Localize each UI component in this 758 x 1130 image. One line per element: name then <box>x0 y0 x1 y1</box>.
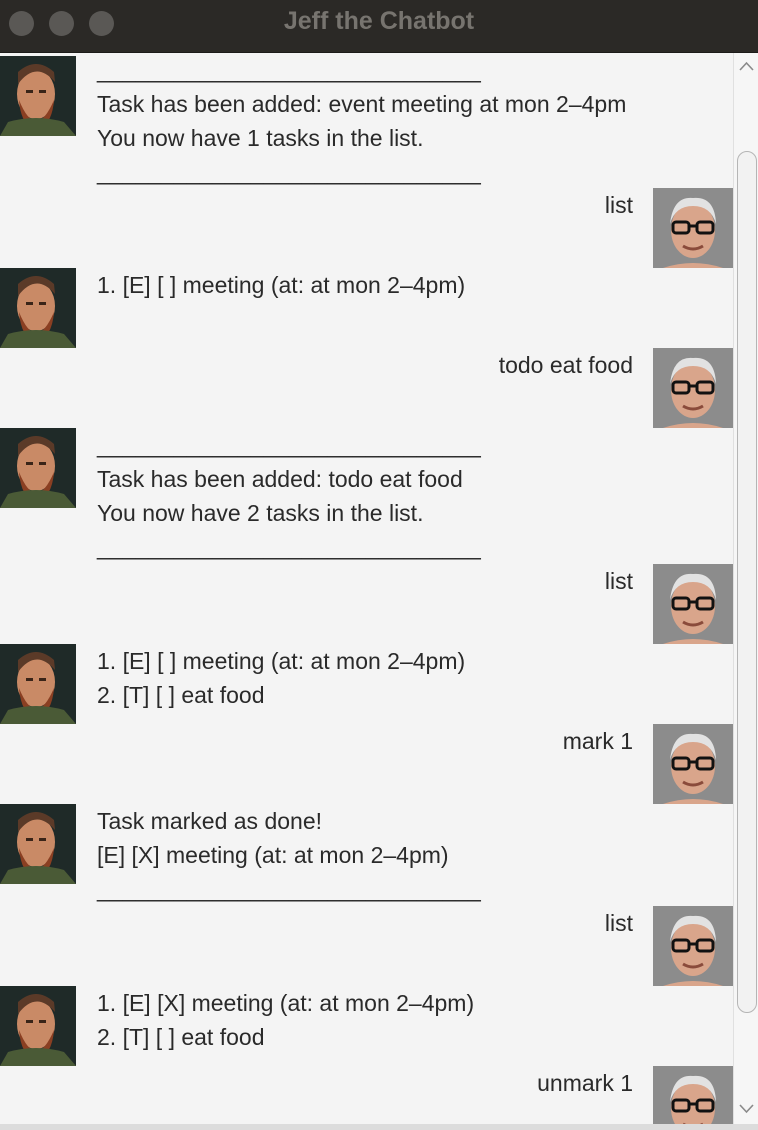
bot-text: 1. [E] [ ] meeting (at: at mon 2–4pm) 2. … <box>97 648 466 708</box>
user-text: list <box>604 910 633 936</box>
user-message: todo eat food <box>0 348 733 428</box>
user-message: mark 1 <box>0 724 733 804</box>
user-text: unmark 1 <box>537 1070 633 1096</box>
user-avatar-icon <box>653 188 733 268</box>
chevron-down-icon[interactable] <box>738 1102 755 1116</box>
chevron-up-icon[interactable] <box>738 59 755 73</box>
bot-text: 1. [E] [ ] meeting (at: at mon 2–4pm) <box>97 272 466 298</box>
vertical-scrollbar[interactable] <box>733 53 758 1124</box>
user-message: list <box>0 564 733 644</box>
bot-text: ______________________________ Task has b… <box>97 432 481 560</box>
user-avatar-icon <box>653 564 733 644</box>
window-title: Jeff the Chatbot <box>283 7 475 35</box>
bot-avatar-icon <box>0 428 76 508</box>
user-avatar-icon <box>653 348 733 428</box>
bot-avatar-icon <box>0 268 76 348</box>
user-avatar-icon <box>653 906 733 986</box>
bot-message: 1. [E] [ ] meeting (at: at mon 2–4pm) 2. … <box>0 644 733 724</box>
bot-avatar-icon <box>0 56 76 136</box>
user-message: list <box>0 188 733 268</box>
bot-text: Task marked as done! [E] [X] meeting (at:… <box>97 808 481 902</box>
title-bar: Jeff the Chatbot <box>0 0 758 53</box>
user-text: list <box>604 568 633 594</box>
bot-message: Task marked as done! [E] [X] meeting (at:… <box>0 804 733 906</box>
bot-message: ______________________________ Task has b… <box>0 53 733 185</box>
bot-message: ______________________________ Task has b… <box>0 428 733 564</box>
bot-avatar-icon <box>0 804 76 884</box>
bot-message: 1. [E] [X] meeting (at: at mon 2–4pm) 2. … <box>0 986 733 1066</box>
dialog-container[interactable]: ______________________________ Task has b… <box>0 53 733 1124</box>
input-area-edge <box>0 1124 758 1130</box>
bot-avatar-icon <box>0 644 76 724</box>
scrollbar-thumb[interactable] <box>737 151 757 1013</box>
user-text: mark 1 <box>562 728 633 754</box>
user-text: todo eat food <box>498 352 633 378</box>
user-text: list <box>604 192 633 218</box>
user-message: unmark 1 <box>0 1066 733 1124</box>
bot-message: 1. [E] [ ] meeting (at: at mon 2–4pm) <box>0 268 733 348</box>
user-message: list <box>0 906 733 986</box>
bot-text: 1. [E] [X] meeting (at: at mon 2–4pm) 2. … <box>97 990 475 1050</box>
user-avatar-icon <box>653 1066 733 1124</box>
bot-avatar-icon <box>0 986 76 1066</box>
bot-text: ______________________________ Task has b… <box>97 57 627 185</box>
user-avatar-icon <box>653 724 733 804</box>
